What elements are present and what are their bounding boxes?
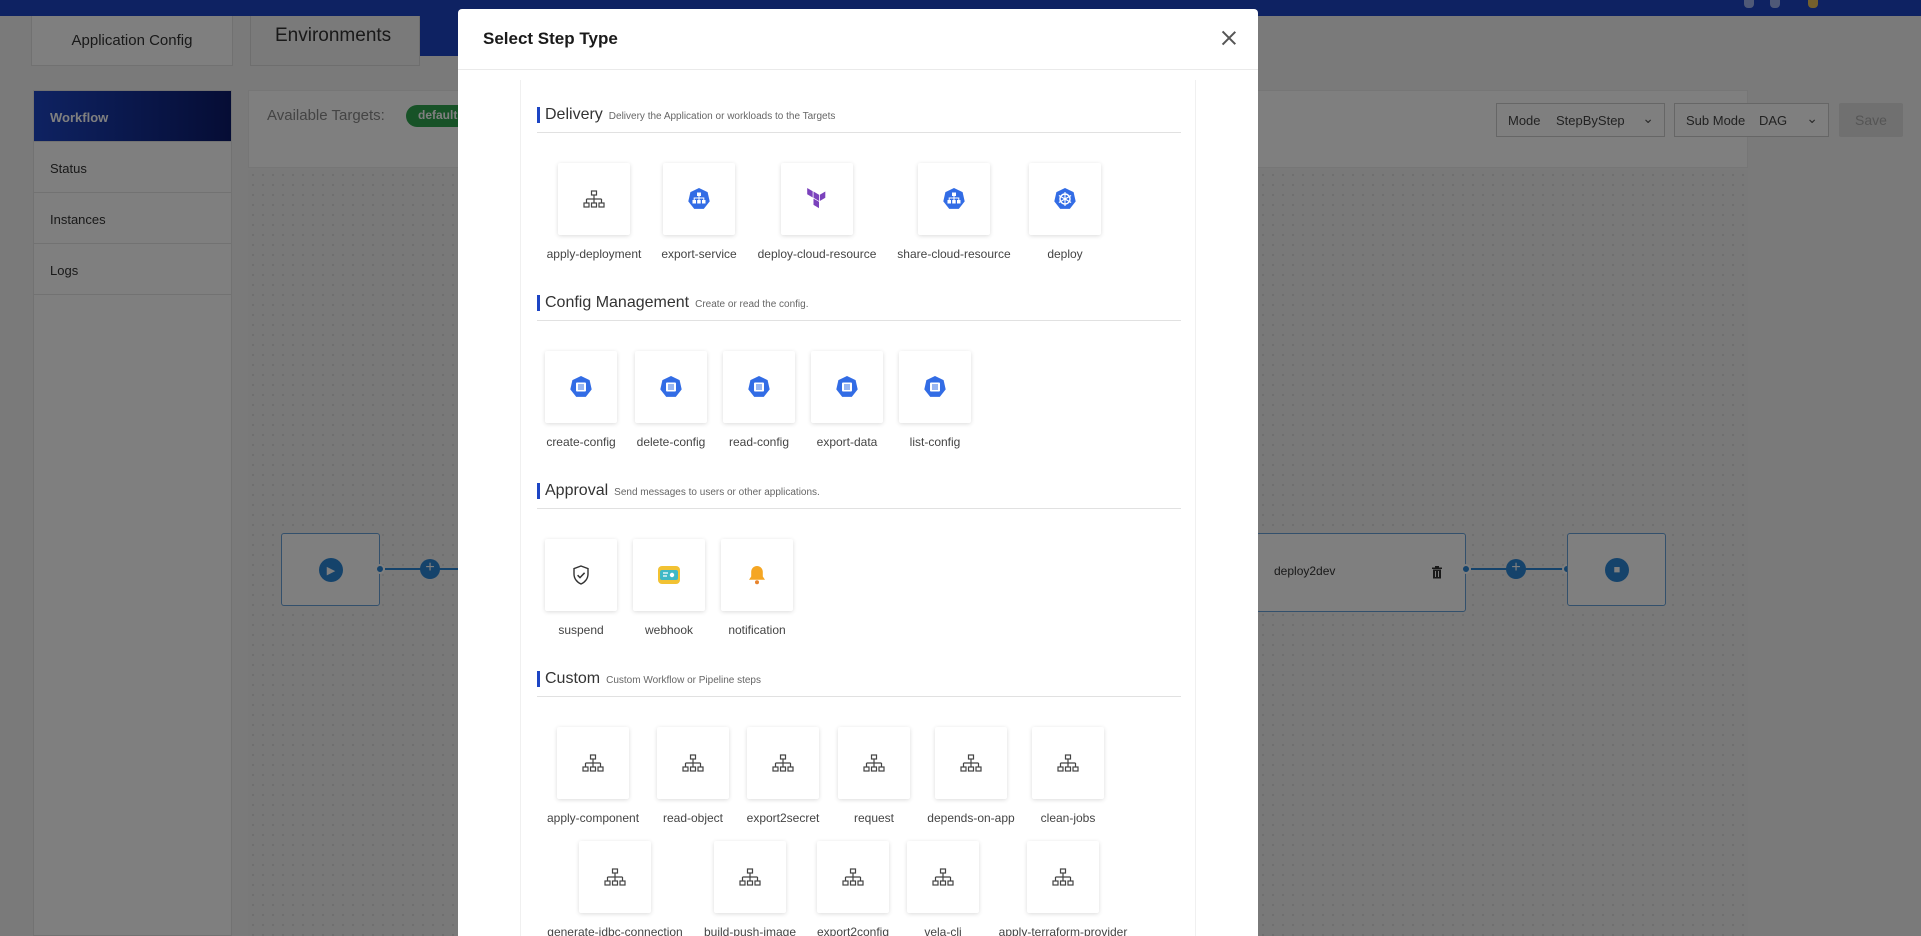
step-label: apply-deployment [546,247,642,261]
step-card[interactable] [899,351,971,423]
section-header: Custom Custom Workflow or Pipeline steps [537,667,1181,697]
step-card[interactable] [935,727,1007,799]
section-title-text: Approval [545,482,609,499]
step-card[interactable] [635,351,707,423]
section-title-text: Delivery [545,106,603,123]
step-label: create-config [546,435,616,449]
section-accent-bar [537,295,540,311]
step-card[interactable] [558,163,630,235]
section-description: Custom Workflow or Pipeline steps [606,675,761,686]
step-card[interactable] [1032,727,1104,799]
section-title: Config Management Create or read the conf… [545,294,809,312]
step-label: depends-on-app [927,811,1015,825]
section-title-text: Config Management [545,294,690,311]
step-label: generate-jdbc-connection [547,925,683,936]
step-card[interactable] [633,539,705,611]
section-accent-bar [537,483,540,499]
section-title-text: Custom [545,670,601,687]
step-label: suspend [558,623,604,637]
section-title: Approval Send messages to users or other … [545,482,820,500]
step-card[interactable] [918,163,990,235]
step-card[interactable] [747,727,819,799]
step-label: read-config [728,435,790,449]
step-card[interactable] [1027,841,1099,913]
step-label: deploy [1047,247,1083,261]
modal-title: Select Step Type [483,29,618,48]
step-label: delete-config [636,435,706,449]
step-type-list: Delivery Delivery the Application or work… [520,80,1196,936]
step-section-config-management: Config Management Create or read the conf… [537,291,1181,471]
step-label: share-cloud-resource [897,247,1011,261]
step-card[interactable] [663,163,735,235]
section-accent-bar [537,671,540,687]
step-section-custom: Custom Custom Workflow or Pipeline steps … [537,667,1181,936]
close-icon[interactable] [1219,28,1239,48]
step-label: export2config [816,925,890,936]
step-label: list-config [909,435,961,449]
step-card[interactable] [811,351,883,423]
step-label: read-object [662,811,724,825]
step-label: export-data [816,435,878,449]
step-card[interactable] [545,539,617,611]
select-step-type-modal: Select Step Type Delivery Delivery the Ap… [458,9,1258,936]
section-header: Config Management Create or read the conf… [537,291,1181,321]
step-section-approval: Approval Send messages to users or other … [537,479,1181,659]
step-card[interactable] [579,841,651,913]
step-label: build-push-image [703,925,797,936]
step-card[interactable] [557,727,629,799]
modal-header: Select Step Type [458,9,1258,70]
section-title: Delivery Delivery the Application or work… [545,106,835,124]
section-header: Approval Send messages to users or other … [537,479,1181,509]
step-card[interactable] [781,163,853,235]
step-label: apply-component [546,811,640,825]
step-card[interactable] [838,727,910,799]
section-accent-bar [537,107,540,123]
section-title: Custom Custom Workflow or Pipeline steps [545,670,761,688]
step-card[interactable] [657,727,729,799]
step-card[interactable] [545,351,617,423]
step-label: notification [728,623,786,637]
step-label: webhook [644,623,694,637]
step-label: deploy-cloud-resource [757,247,877,261]
section-header: Delivery Delivery the Application or work… [537,103,1181,133]
step-label: export-service [661,247,737,261]
step-card[interactable] [721,539,793,611]
step-card[interactable] [817,841,889,913]
section-description: Delivery the Application or workloads to… [608,111,836,122]
step-card[interactable] [1029,163,1101,235]
step-label: clean-jobs [1040,811,1096,825]
step-card[interactable] [723,351,795,423]
section-description: Send messages to users or other applicat… [614,487,820,498]
step-card[interactable] [714,841,786,913]
step-section-delivery: Delivery Delivery the Application or work… [537,103,1181,283]
section-description: Create or read the config. [695,299,809,310]
step-label: request [853,811,895,825]
step-label: apply-terraform-provider [998,925,1128,936]
step-label: vela-cli [924,925,962,936]
step-label: export2secret [746,811,820,825]
step-card[interactable] [907,841,979,913]
